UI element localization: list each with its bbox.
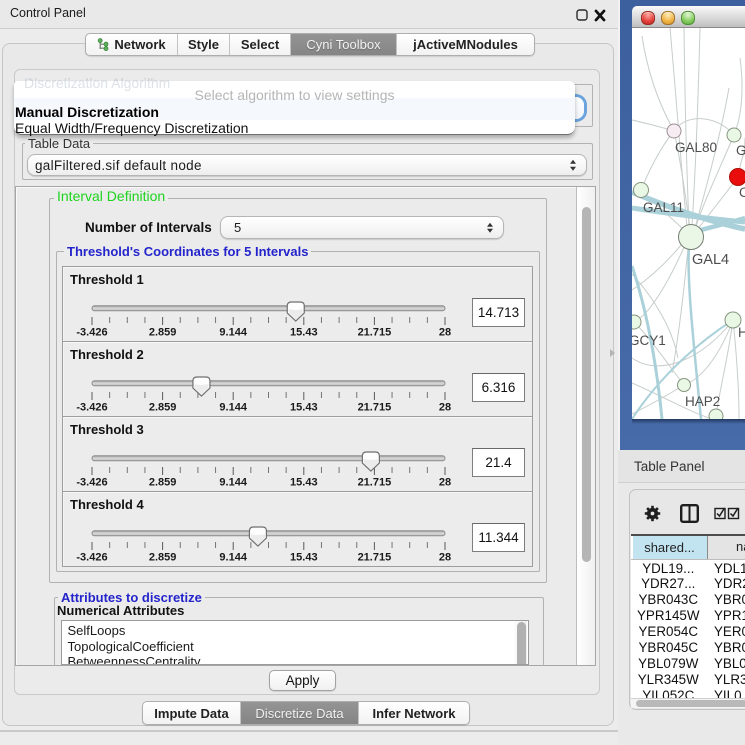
svg-text:GAL80: GAL80: [675, 140, 717, 155]
svg-text:21.715: 21.715: [358, 477, 392, 489]
svg-text:15.43: 15.43: [290, 477, 318, 489]
svg-text:GA: GA: [736, 143, 745, 158]
svg-text:21.715: 21.715: [358, 402, 392, 414]
svg-text:HAP2: HAP2: [685, 394, 720, 409]
svg-text:-3.426: -3.426: [76, 402, 107, 414]
svg-text:2.859: 2.859: [149, 552, 177, 564]
svg-text:28: 28: [439, 477, 451, 489]
svg-text:2.859: 2.859: [149, 477, 177, 489]
svg-text:15.43: 15.43: [290, 327, 318, 339]
svg-text:28: 28: [439, 552, 451, 564]
svg-text:28: 28: [439, 402, 451, 414]
svg-text:9.144: 9.144: [219, 327, 247, 339]
svg-text:2.859: 2.859: [149, 402, 177, 414]
svg-text:9.144: 9.144: [219, 552, 247, 564]
svg-text:GAL11: GAL11: [643, 200, 684, 215]
svg-text:GCY1: GCY1: [632, 333, 666, 348]
svg-text:C: C: [739, 185, 745, 200]
svg-text:-3.426: -3.426: [76, 327, 107, 339]
svg-text:21.715: 21.715: [358, 327, 392, 339]
svg-text:GAL4: GAL4: [692, 252, 729, 268]
svg-text:15.43: 15.43: [290, 552, 318, 564]
svg-text:9.144: 9.144: [219, 477, 247, 489]
svg-text:H: H: [738, 325, 745, 340]
svg-text:15.43: 15.43: [290, 402, 318, 414]
svg-text:21.715: 21.715: [358, 552, 392, 564]
svg-text:9.144: 9.144: [219, 402, 247, 414]
svg-text:-3.426: -3.426: [76, 552, 107, 564]
svg-text:28: 28: [439, 327, 451, 339]
svg-text:-3.426: -3.426: [76, 477, 107, 489]
svg-text:2.859: 2.859: [149, 327, 177, 339]
